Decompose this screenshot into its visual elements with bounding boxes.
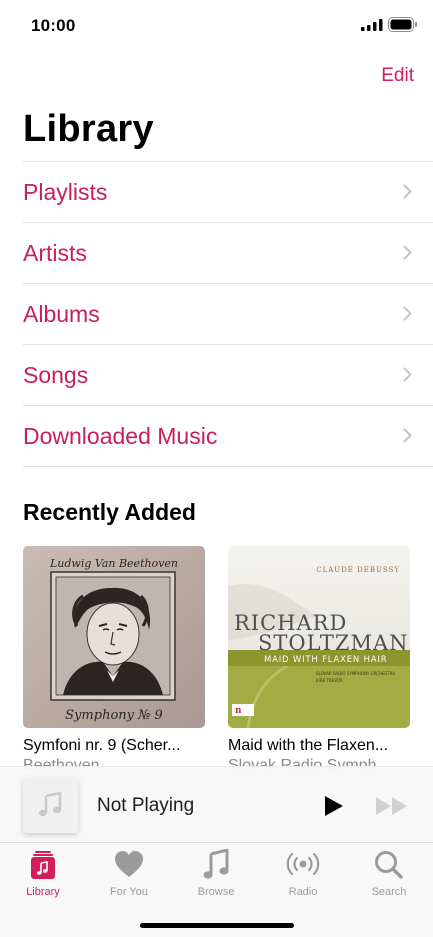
list-item-label: Songs xyxy=(23,362,89,388)
album-art-orchestra: SLOVAK RADIO SYMPHONY ORCHESTRA xyxy=(316,671,395,676)
mini-player[interactable]: Not Playing xyxy=(0,766,433,843)
music-note-icon xyxy=(203,849,229,879)
chevron-right-icon xyxy=(403,306,412,321)
album-art-footer: Symphony № 9 xyxy=(65,708,163,723)
library-item-songs[interactable]: Songs xyxy=(23,345,433,406)
status-time: 10:00 xyxy=(31,16,76,35)
album-art-top: CLAUDE DEBUSSY xyxy=(316,566,400,574)
album-art-subtitle: MAID WITH FLAXEN HAIR xyxy=(264,655,387,665)
album-art-name-2: STOLTZMAN xyxy=(258,631,408,655)
chevron-right-icon xyxy=(403,367,412,382)
tab-label: Browse xyxy=(197,886,235,898)
tab-for-you[interactable]: For You xyxy=(86,849,172,905)
album-card-stoltzman[interactable]: CLAUDE DEBUSSY RICHARD STOLTZMAN MAID WI… xyxy=(228,546,410,775)
mini-player-artwork xyxy=(23,778,78,833)
library-item-playlists[interactable]: Playlists xyxy=(23,162,433,223)
play-icon[interactable] xyxy=(323,794,345,818)
library-item-albums[interactable]: Albums xyxy=(23,284,433,345)
heart-icon xyxy=(115,851,143,877)
signal-icon xyxy=(361,19,383,31)
album-title: Symfoni nr. 9 (Scher... xyxy=(23,737,181,754)
album-art-stoltzman: CLAUDE DEBUSSY RICHARD STOLTZMAN MAID WI… xyxy=(228,546,410,728)
tab-browse[interactable]: Browse xyxy=(173,849,259,905)
music-note-icon xyxy=(39,792,62,817)
list-item-label: Playlists xyxy=(23,179,108,205)
screen: 10:00 Edit Library Playlists Artists Alb… xyxy=(0,0,433,937)
tab-label: Library xyxy=(26,886,60,898)
svg-text:n: n xyxy=(235,706,242,716)
tab-search[interactable]: Search xyxy=(346,849,432,905)
tab-radio[interactable]: Radio xyxy=(260,849,346,905)
tab-label: Radio xyxy=(288,886,318,898)
list-item-label: Artists xyxy=(23,240,87,266)
recently-added-title: Recently Added xyxy=(23,499,196,525)
page-title: Library xyxy=(23,108,154,150)
tab-label: Search xyxy=(371,886,407,898)
list-item-label: Albums xyxy=(23,301,100,327)
search-icon xyxy=(375,851,403,879)
tab-label: For You xyxy=(110,886,148,898)
album-title: Maid with the Flaxen... xyxy=(228,737,389,754)
chevron-right-icon xyxy=(403,245,412,260)
beethoven-cover-image: Ludwig Van Beethoven Symphony № 9 xyxy=(23,546,205,728)
album-art-beethoven: Ludwig Van Beethoven Symphony № 9 xyxy=(23,546,205,728)
chevron-right-icon xyxy=(403,184,412,199)
radio-icon xyxy=(286,852,320,876)
library-list: Playlists Artists Albums Songs Downloade… xyxy=(23,161,433,467)
library-item-downloaded-music[interactable]: Downloaded Music xyxy=(23,406,433,467)
album-card-beethoven[interactable]: Ludwig Van Beethoven Symphony № 9 Symfon… xyxy=(23,546,205,775)
library-icon xyxy=(31,851,55,879)
now-playing-label: Not Playing xyxy=(97,795,195,816)
album-art-header: Ludwig Van Beethoven xyxy=(49,557,178,570)
status-bar: 10:00 xyxy=(0,0,433,50)
skip-forward-icon[interactable] xyxy=(375,796,409,816)
chevron-right-icon xyxy=(403,428,412,443)
home-indicator[interactable] xyxy=(140,923,294,928)
album-art-conductor: KIRK TREVOR xyxy=(316,678,343,683)
library-item-artists[interactable]: Artists xyxy=(23,223,433,284)
tab-library[interactable]: Library xyxy=(0,849,86,905)
stoltzman-cover-image: CLAUDE DEBUSSY RICHARD STOLTZMAN MAID WI… xyxy=(228,546,410,728)
battery-icon xyxy=(388,17,417,32)
list-item-label: Downloaded Music xyxy=(23,423,218,449)
edit-button[interactable]: Edit xyxy=(381,65,414,87)
